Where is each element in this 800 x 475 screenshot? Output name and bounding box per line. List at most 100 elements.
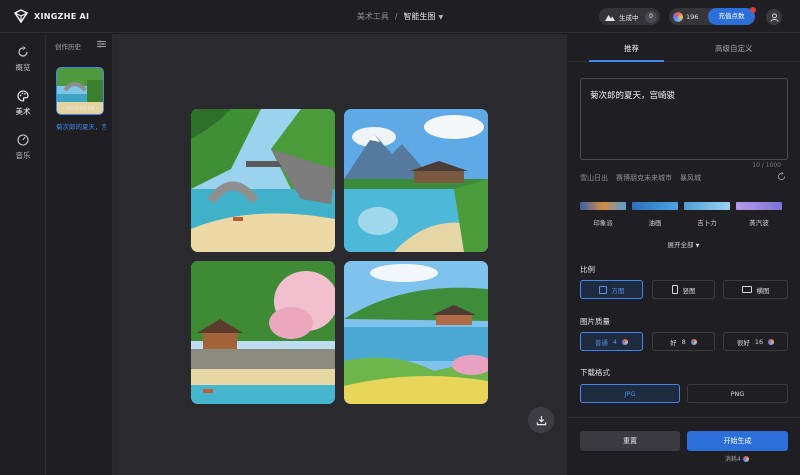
style-preview <box>632 202 678 210</box>
format-option-jpg[interactable]: JPG <box>580 384 680 403</box>
style-preview <box>684 202 730 210</box>
generated-image-3[interactable] <box>191 261 335 404</box>
reset-button[interactable]: 重置 <box>580 431 680 451</box>
points-value: 196 <box>686 12 699 21</box>
breadcrumb-current[interactable]: 智能生图 <box>404 12 436 21</box>
chevron-down-icon[interactable]: ▼ <box>439 14 444 21</box>
prompt-counter: 10 / 1000 <box>752 162 781 169</box>
ratio-label: 竖图 <box>682 286 696 295</box>
cost-label: 消耗 <box>725 456 738 463</box>
tab-recommend[interactable]: 推荐 <box>624 43 639 54</box>
quality-label: 很好 <box>736 338 750 347</box>
format-label: JPG <box>624 389 636 398</box>
format-label: PNG <box>730 389 745 398</box>
refresh-suggestions-icon[interactable] <box>777 172 786 181</box>
nav-label: 美术 <box>15 107 31 116</box>
generate-button[interactable]: 开始生成 <box>687 431 788 451</box>
quality-option-good[interactable]: 好8 <box>652 332 715 351</box>
quality-option-best[interactable]: 很好 16 <box>723 332 788 351</box>
settings-panel: 推荐 高级自定义 菊次郎的夏天，宫崎骏 10 / 1000 雪山日出 赛博朋克未… <box>567 34 800 475</box>
style-item-oil[interactable]: 油画 <box>632 202 678 227</box>
download-icon <box>536 415 546 425</box>
style-item-impressionism[interactable]: 印象派 <box>580 202 626 227</box>
chevron-down-icon: ▼ <box>695 243 700 249</box>
ratio-option-landscape[interactable]: 横图 <box>723 280 788 299</box>
generated-image-2[interactable] <box>344 109 488 252</box>
download-button[interactable] <box>528 407 554 433</box>
coin-icon <box>690 338 697 345</box>
ratio-label: 横图 <box>756 286 770 295</box>
tab-advanced[interactable]: 高级自定义 <box>715 43 753 54</box>
mountain-icon <box>605 14 615 21</box>
music-icon <box>17 134 29 146</box>
quality-label: 好 <box>670 338 677 347</box>
filter-icon[interactable] <box>97 40 106 48</box>
style-presets: 印象派 油画 吉卜力 蒸汽波 <box>580 202 782 227</box>
expand-all-button[interactable]: 展开全部 ▼ <box>567 239 800 249</box>
suggestion-item[interactable]: 雪山日出 <box>580 173 608 183</box>
coin-icon <box>742 456 749 462</box>
suggestion-item[interactable]: 暴风城 <box>680 173 701 183</box>
nav-label: 概览 <box>15 63 31 72</box>
image-content <box>191 261 335 404</box>
style-label: 蒸汽波 <box>749 219 769 227</box>
recharge-label: 充值点数 <box>718 12 745 20</box>
history-title: 创作历史 <box>55 43 81 51</box>
square-icon <box>598 285 607 294</box>
image-canvas <box>113 34 567 475</box>
ratio-option-square[interactable]: 方图 <box>580 280 643 299</box>
refresh-icon <box>18 46 28 57</box>
image-content <box>344 109 488 252</box>
prompt-input[interactable]: 菊次郎的夏天，宫崎骏 10 / 1000 <box>580 78 788 169</box>
format-option-png[interactable]: PNG <box>687 384 788 403</box>
top-bar: XINGZHE AI 美术工具 / 智能生图 ▼ 生成中 0 196 充值点数 <box>0 0 800 33</box>
history-caption[interactable]: 菊次郎的夏天，宫崎骏 <box>56 121 106 131</box>
nav-item-art[interactable]: 美术 <box>0 90 46 117</box>
suggestion-item[interactable]: 赛博朋克未来城市 <box>616 173 672 183</box>
history-date: 2023-08-08 <box>65 106 95 112</box>
style-preview <box>736 202 782 210</box>
coin-icon <box>768 338 775 345</box>
portrait-icon <box>671 285 678 294</box>
app-window: XINGZHE AI 美术工具 / 智能生图 ▼ 生成中 0 196 充值点数 概览 … <box>0 0 800 475</box>
coin-icon <box>673 11 683 22</box>
points-balance: 196 充值点数 <box>669 7 756 25</box>
style-item-ghibli[interactable]: 吉卜力 <box>684 202 730 227</box>
style-preview <box>580 202 626 210</box>
quality-cost: 4 <box>612 337 618 346</box>
generated-image-1[interactable] <box>191 109 335 252</box>
recharge-button[interactable]: 充值点数 <box>708 7 756 25</box>
nav-item-overview[interactable]: 概览 <box>0 46 46 73</box>
quality-label: 普通 <box>594 338 608 347</box>
history-thumbnail[interactable]: 2023-08-08 <box>56 67 104 115</box>
active-tab-indicator <box>589 60 664 62</box>
format-title: 下载格式 <box>580 368 610 377</box>
nav-label: 音乐 <box>15 151 31 160</box>
quality-option-normal[interactable]: 普通 4 <box>580 332 643 351</box>
ratio-option-portrait[interactable]: 竖图 <box>652 280 715 299</box>
quality-cost: 8 <box>681 337 686 346</box>
palette-icon <box>17 90 29 102</box>
generating-status[interactable]: 生成中 0 <box>599 8 660 25</box>
coin-icon <box>622 338 629 345</box>
prompt-suggestions: 雪山日出 赛博朋克未来城市 暴风城 <box>580 173 701 183</box>
side-nav: 概览 美术 音乐 <box>0 34 46 475</box>
breadcrumb-separator: / <box>394 12 398 21</box>
breadcrumb-parent[interactable]: 美术工具 <box>357 12 389 21</box>
notification-dot <box>750 7 756 13</box>
landscape-icon <box>741 286 752 293</box>
cost-value: 4 <box>737 456 741 463</box>
generating-count: 0 <box>645 10 657 23</box>
style-label: 吉卜力 <box>697 219 717 227</box>
user-icon <box>769 12 779 22</box>
generated-image-4[interactable] <box>344 261 488 404</box>
generation-cost: 消耗4 <box>725 454 749 463</box>
quality-title: 图片质量 <box>580 317 610 326</box>
style-label: 印象派 <box>593 219 613 227</box>
nav-item-music[interactable]: 音乐 <box>0 134 46 161</box>
user-avatar[interactable] <box>766 9 782 25</box>
style-item-vaporwave[interactable]: 蒸汽波 <box>736 202 782 227</box>
image-content <box>191 109 335 252</box>
prompt-text[interactable]: 菊次郎的夏天，宫崎骏 <box>590 89 675 101</box>
generating-label: 生成中 <box>619 13 639 22</box>
